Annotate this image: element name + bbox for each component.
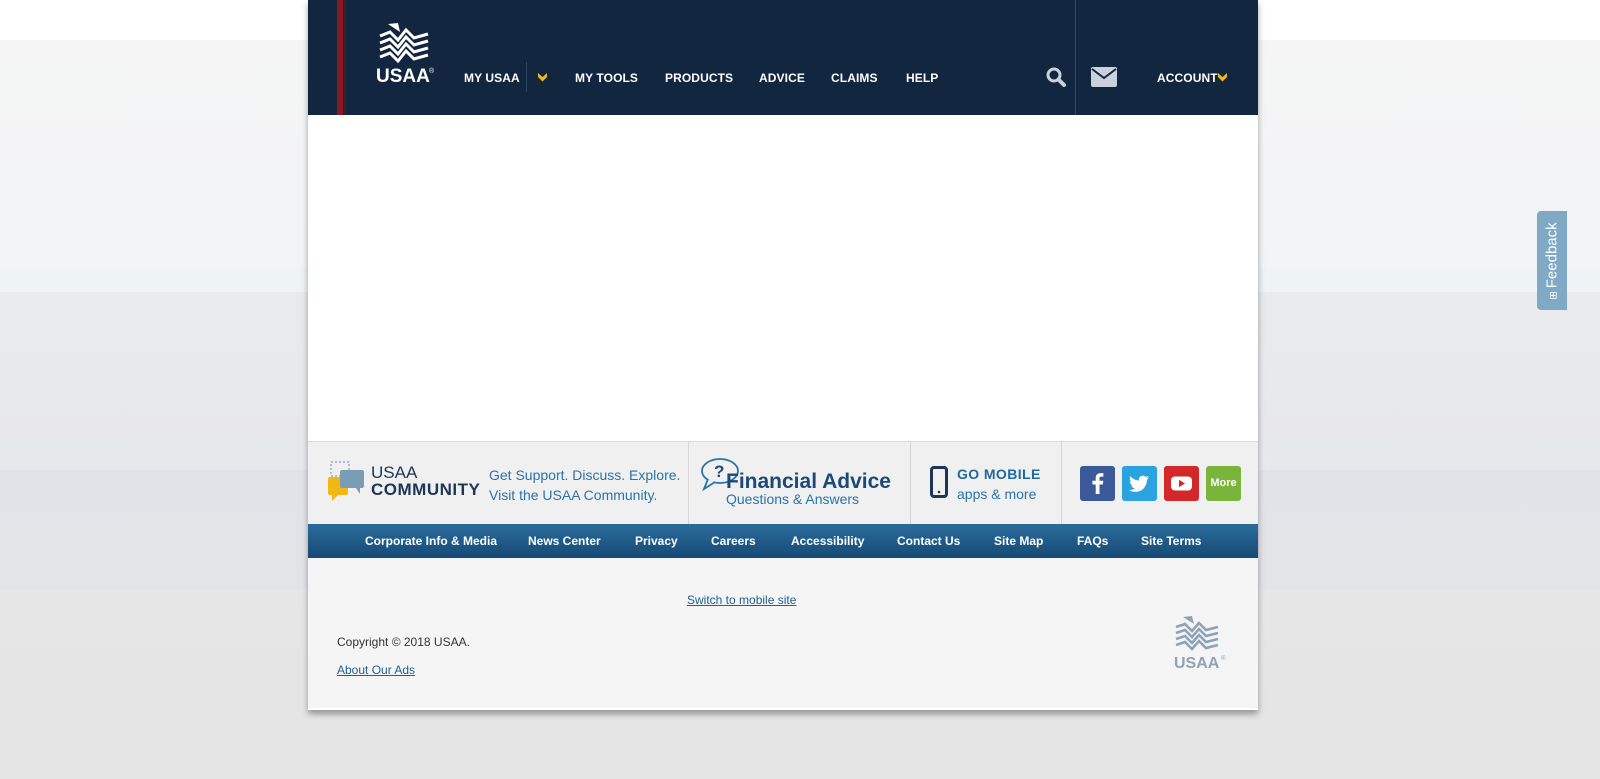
youtube-icon[interactable] — [1164, 466, 1199, 501]
community-title[interactable]: USAA COMMUNITY — [371, 464, 480, 498]
about-ads-link[interactable]: About Our Ads — [337, 663, 415, 677]
mobile-phone-icon[interactable] — [930, 466, 948, 498]
strip-divider — [910, 442, 911, 525]
nav-separator — [526, 62, 527, 92]
footer-link-corporate-info[interactable]: Corporate Info & Media — [365, 534, 497, 548]
footer-link-privacy[interactable]: Privacy — [635, 534, 678, 548]
svg-text:®: ® — [1221, 655, 1226, 662]
site-header: USAA ® MY USAA MY TOOLS PRODUCTS ADVICE … — [308, 0, 1258, 115]
nav-help[interactable]: HELP — [906, 71, 938, 85]
header-divider — [1075, 0, 1076, 115]
page-container: USAA ® MY USAA MY TOOLS PRODUCTS ADVICE … — [308, 0, 1258, 710]
nav-my-tools[interactable]: MY TOOLS — [575, 71, 638, 85]
usaa-logo-footer-text: USAA — [1174, 655, 1220, 671]
footer-bottom: Switch to mobile site Copyright © 2018 U… — [308, 558, 1258, 708]
footer-promo-strip: USAA COMMUNITY Get Support. Discuss. Exp… — [308, 441, 1258, 525]
footer-link-site-map[interactable]: Site Map — [994, 534, 1043, 548]
feedback-tab[interactable]: ⊞Feedback — [1537, 211, 1567, 310]
footer-link-careers[interactable]: Careers — [711, 534, 756, 548]
usaa-logo-text: USAA — [376, 66, 430, 86]
footer-link-accessibility[interactable]: Accessibility — [791, 534, 864, 548]
header-red-bar-shadow — [344, 0, 346, 115]
plus-icon: ⊞ — [1548, 290, 1560, 300]
go-mobile-title[interactable]: GO MOBILE — [957, 466, 1041, 482]
community-text-line1: Get Support. Discuss. Explore. — [489, 467, 681, 483]
search-icon[interactable] — [1045, 66, 1067, 88]
nav-claims[interactable]: CLAIMS — [831, 71, 878, 85]
community-text-line2: Visit the USAA Community. — [489, 487, 658, 503]
chevron-down-icon[interactable] — [537, 72, 548, 83]
community-title-line2: COMMUNITY — [371, 480, 481, 499]
footer-link-faqs[interactable]: FAQs — [1077, 534, 1108, 548]
community-link[interactable]: Get Support. Discuss. Explore. Visit the… — [489, 465, 680, 505]
footer-links-bar: Corporate Info & Media News Center Priva… — [308, 524, 1258, 558]
more-social-button[interactable]: More — [1206, 466, 1241, 501]
footer-link-contact-us[interactable]: Contact Us — [897, 534, 960, 548]
footer-link-news-center[interactable]: News Center — [528, 534, 601, 548]
nav-products[interactable]: PRODUCTS — [665, 71, 733, 85]
nav-my-usaa[interactable]: MY USAA — [464, 71, 520, 85]
nav-advice[interactable]: ADVICE — [759, 71, 805, 85]
footer-link-site-terms[interactable]: Site Terms — [1141, 534, 1201, 548]
go-mobile-subtitle[interactable]: apps & more — [957, 486, 1036, 502]
nav-account[interactable]: ACCOUNT — [1157, 71, 1218, 85]
financial-advice-subtitle[interactable]: Questions & Answers — [726, 491, 859, 507]
usaa-logo[interactable]: USAA ® — [376, 20, 438, 86]
svg-text:?: ? — [714, 462, 724, 481]
feedback-label: ⊞Feedback — [1543, 221, 1561, 300]
twitter-icon[interactable] — [1122, 466, 1157, 501]
facebook-icon[interactable] — [1080, 466, 1115, 501]
community-chat-icon[interactable] — [328, 461, 366, 503]
chevron-down-icon[interactable] — [1217, 72, 1228, 83]
switch-mobile-link[interactable]: Switch to mobile site — [687, 593, 796, 607]
mail-icon[interactable] — [1091, 67, 1117, 87]
usaa-logo-footer: USAA ® — [1174, 616, 1226, 671]
header-red-bar — [337, 0, 343, 115]
svg-text:®: ® — [429, 67, 435, 75]
strip-divider — [1061, 442, 1062, 525]
strip-divider — [688, 442, 689, 525]
copyright-text: Copyright © 2018 USAA. — [337, 635, 470, 649]
